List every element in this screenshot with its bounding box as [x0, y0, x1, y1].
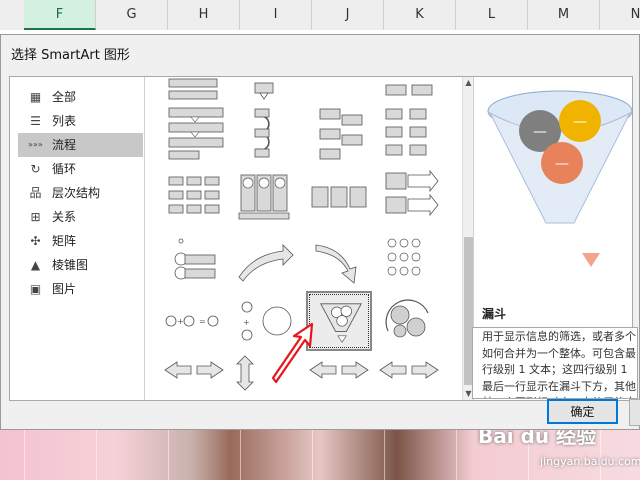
category-item-7[interactable]: ▲ 棱锥图 [18, 253, 143, 277]
layout-thumb[interactable] [231, 229, 297, 289]
category-label: 层次结构 [52, 186, 101, 200]
category-item-8[interactable]: ▣ 图片 [18, 277, 143, 301]
column-header-n[interactable]: N [600, 0, 640, 30]
hierarchy-icon: 品 [29, 186, 42, 200]
category-label: 矩阵 [52, 234, 77, 248]
preview-title: 漏斗 [482, 307, 507, 321]
layout-thumb[interactable] [306, 167, 372, 227]
column-header-i[interactable]: I [240, 0, 312, 30]
column-header-row: FGHIJKLMN [0, 0, 640, 31]
svg-text:—: — [533, 124, 547, 140]
list-icon: ☰ [30, 114, 41, 128]
category-item-6[interactable]: ✣ 矩阵 [18, 229, 143, 253]
category-list: ▦ 全部 ☰ 列表»»» 流程 ↻ 循环品层次结构 ⊞ 关系 ✣ 矩阵 ▲ 棱锥图 ▣ 图片 [18, 85, 143, 301]
ok-button[interactable]: 确定 [547, 399, 618, 424]
category-label: 全部 [52, 90, 77, 104]
layout-thumb[interactable] [231, 103, 297, 163]
description-line: 行级别 1 文本；这四行级别 1 [482, 363, 628, 376]
divider [144, 77, 145, 400]
matrix-icon: ✣ [30, 234, 41, 248]
watermark-url: jingyan.baidu.com [540, 455, 640, 468]
column-header-f[interactable]: F [24, 0, 96, 30]
layout-thumb[interactable] [231, 167, 297, 227]
layout-thumb[interactable] [231, 77, 297, 103]
picture-icon: ▣ [29, 282, 42, 296]
layout-thumb[interactable] [376, 229, 442, 289]
layout-thumb[interactable] [161, 103, 227, 163]
description-line: 用于显示信息的筛选，或者多个 [482, 330, 636, 343]
category-item-1[interactable]: ☰ 列表 [18, 109, 143, 133]
category-item-5[interactable]: ⊞ 关系 [18, 205, 143, 229]
svg-text:=: = [199, 317, 206, 326]
svg-text:—: — [573, 114, 587, 130]
process-icon: »»» [28, 140, 43, 149]
column-header-l[interactable]: L [456, 0, 528, 30]
column-header-k[interactable]: K [384, 0, 456, 30]
category-item-4[interactable]: 品层次结构 [18, 181, 143, 205]
category-label: 循环 [52, 162, 77, 176]
category-item-0[interactable]: ▦ 全部 [18, 85, 143, 109]
category-item-2[interactable]: »»» 流程 [18, 133, 143, 157]
category-label: 关系 [52, 210, 77, 224]
cycle-icon: ↻ [30, 162, 41, 176]
layout-thumb[interactable] [306, 103, 372, 163]
layout-thumb[interactable] [376, 167, 442, 227]
all-icon: ▦ [29, 90, 42, 104]
svg-text:+: + [177, 317, 184, 326]
layout-thumb[interactable] [161, 167, 227, 227]
category-label: 图片 [52, 282, 77, 296]
category-label: 流程 [52, 138, 77, 152]
column-header-j[interactable]: J [312, 0, 384, 30]
layout-thumb[interactable] [376, 291, 442, 351]
svg-text:+: + [243, 318, 250, 327]
layout-thumb[interactable] [161, 229, 227, 289]
layout-thumb[interactable] [161, 77, 227, 103]
column-header-m[interactable]: M [528, 0, 600, 30]
layout-thumb[interactable]: + = [161, 291, 227, 351]
layout-thumb[interactable] [161, 352, 227, 400]
column-header-h[interactable]: H [168, 0, 240, 30]
layout-thumb[interactable] [376, 77, 442, 103]
pyramid-icon: ▲ [30, 258, 41, 272]
category-label: 棱锥图 [52, 258, 89, 272]
column-header-g[interactable]: G [96, 0, 168, 30]
description-line: 最后一行显示在漏斗下方，其他 [482, 379, 636, 393]
category-item-3[interactable]: ↻ 循环 [18, 157, 143, 181]
preview-description: 用于显示信息的筛选，或者多个 如何合并为一个整体。可包含最 行级别 1 文本；这四行… [472, 327, 638, 399]
layout-thumb[interactable] [306, 229, 372, 289]
svg-text:—: — [555, 156, 569, 172]
layout-thumb[interactable] [376, 352, 442, 400]
description-line: 如何合并为一个整体。可包含最 [482, 346, 636, 360]
preview-image: ——— — [478, 81, 634, 288]
layout-thumb[interactable] [376, 103, 442, 163]
category-label: 列表 [52, 114, 77, 128]
dialog-title: 选择 SmartArt 图形 [11, 48, 130, 63]
cancel-button[interactable] [629, 399, 640, 426]
relationship-icon: ⊞ [30, 210, 41, 224]
annotation-arrow-icon [271, 322, 314, 384]
